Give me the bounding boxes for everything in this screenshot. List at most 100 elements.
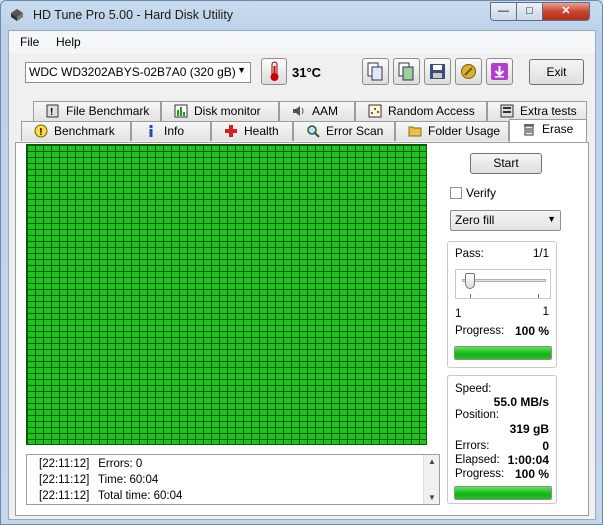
log-text: Errors: 0: [98, 458, 143, 470]
app-window: HD Tune Pro 5.00 - Hard Disk Utility — □…: [0, 0, 603, 525]
tab-disk-monitor[interactable]: Disk monitor: [161, 101, 279, 121]
slider-tick: [470, 294, 471, 298]
log-box[interactable]: [22:11:12] Errors: 0 [22:11:12] Time: 60…: [26, 454, 440, 505]
log-scrollbar[interactable]: ▲ ▼: [423, 455, 439, 504]
tab-erase[interactable]: Erase: [509, 119, 587, 142]
window-title: HD Tune Pro 5.00 - Hard Disk Utility: [33, 8, 234, 22]
maximize-button[interactable]: □: [516, 2, 543, 21]
tab-info[interactable]: Info: [131, 121, 211, 141]
disk-monitor-icon: [174, 104, 188, 118]
chevron-down-icon: ▼: [547, 214, 556, 224]
toolbar: WDC WD3202ABYS-02B7A0 (320 gB) ▼ 31°C Ex…: [9, 53, 595, 101]
copy-image-icon: [398, 62, 414, 81]
pass-progress-label: Progress:: [455, 325, 505, 337]
client-area: File Help WDC WD3202ABYS-02B7A0 (320 gB)…: [8, 30, 596, 520]
title-bar[interactable]: HD Tune Pro 5.00 - Hard Disk Utility — □…: [1, 1, 602, 29]
save-button[interactable]: [424, 58, 451, 85]
options-button[interactable]: [455, 58, 482, 85]
thermometer-icon: [270, 61, 279, 81]
pass-progress-fill: [455, 347, 551, 359]
errors-label: Errors:: [455, 440, 490, 452]
copy-text-button[interactable]: [362, 58, 389, 85]
total-progress-label: Progress:: [455, 468, 505, 480]
speaker-icon: [293, 106, 304, 116]
erase-side-panel: Start Verify Zero fill ▼ Pass: 1/1 1 1 P…: [441, 143, 589, 513]
verify-checkbox[interactable]: Verify: [450, 186, 496, 200]
scroll-down-icon[interactable]: ▼: [428, 493, 436, 502]
magnifier-icon: [307, 125, 320, 138]
verify-label: Verify: [466, 186, 497, 200]
exit-button[interactable]: Exit: [529, 59, 584, 85]
tab-row-top: ! File Benchmark Disk monitor AAM Random…: [15, 101, 589, 121]
floppy-disk-icon: [430, 64, 445, 79]
pass-value: 1/1: [533, 248, 549, 260]
tab-extra-tests[interactable]: Extra tests: [487, 101, 587, 121]
erase-method-select[interactable]: Zero fill ▼: [450, 210, 561, 231]
log-line: [22:11:12] Total time: 60:04: [39, 490, 182, 504]
menu-file[interactable]: File: [20, 35, 39, 49]
tab-error-scan[interactable]: Error Scan: [293, 121, 395, 141]
pass-progress-value: 100 %: [514, 324, 549, 338]
info-icon: [149, 125, 153, 137]
total-progress-fill: [455, 487, 551, 499]
slider-thumb[interactable]: [465, 273, 475, 289]
total-progress-bar: [454, 486, 552, 500]
checkbox-box[interactable]: [450, 187, 462, 199]
drive-select-value: WDC WD3202ABYS-02B7A0 (320 gB): [29, 65, 236, 79]
speed-value: 55.0 MB/s: [493, 395, 549, 409]
tab-label: Random Access: [388, 104, 475, 118]
scroll-up-icon[interactable]: ▲: [428, 457, 436, 466]
tab-label: Error Scan: [326, 124, 384, 138]
extra-tests-icon: [500, 104, 514, 118]
erase-method-value: Zero fill: [455, 213, 495, 227]
temperature-button[interactable]: [261, 58, 287, 85]
tab-benchmark[interactable]: ! Benchmark: [21, 121, 131, 141]
log-time: [22:11:12]: [39, 458, 90, 470]
tab-label: Health: [244, 124, 279, 138]
tab-random-access[interactable]: Random Access: [355, 101, 487, 121]
elapsed-value: 1:00:04: [507, 453, 549, 467]
tab-label: AAM: [312, 104, 339, 118]
copy-screenshot-button[interactable]: [393, 58, 420, 85]
menu-bar: File Help: [9, 31, 595, 53]
download-button[interactable]: [486, 58, 513, 85]
tab-folder-usage[interactable]: Folder Usage: [395, 121, 509, 141]
drive-select[interactable]: WDC WD3202ABYS-02B7A0 (320 gB) ▼: [25, 62, 251, 83]
pass-box: Pass: 1/1 1 1 Progress: 100 %: [447, 241, 557, 368]
log-time: [22:11:12]: [39, 474, 90, 486]
log-line: [22:11:12] Time: 60:04: [39, 474, 158, 490]
errors-value: 0: [542, 439, 549, 453]
pass-slider[interactable]: [455, 269, 551, 299]
svg-text:!: !: [50, 107, 53, 118]
slider-tick: [538, 294, 539, 298]
log-text: Time: 60:04: [98, 474, 159, 486]
tab-health[interactable]: Health: [211, 121, 293, 141]
temperature-value: 31°C: [292, 65, 322, 80]
total-progress-value: 100 %: [514, 467, 549, 481]
menu-help[interactable]: Help: [56, 35, 81, 49]
tab-label: Folder Usage: [428, 124, 501, 138]
copy-icon: [367, 62, 383, 81]
start-button[interactable]: Start: [470, 153, 542, 174]
random-access-icon: [368, 104, 382, 118]
erase-block-map: [26, 144, 427, 445]
erase-panel: [22:11:12] Errors: 0 [22:11:12] Time: 60…: [15, 142, 589, 516]
svg-text:!: !: [39, 127, 42, 138]
elapsed-label: Elapsed:: [455, 454, 500, 466]
tab-label: Disk monitor: [194, 104, 261, 118]
download-arrow-icon: [491, 63, 508, 80]
minimize-button[interactable]: —: [490, 2, 517, 21]
slider-min-label: 1: [455, 308, 462, 320]
tab-label: Benchmark: [54, 124, 115, 138]
wrench-icon: [461, 64, 476, 79]
close-button[interactable]: ✕: [542, 2, 590, 21]
stats-box: Speed: 55.0 MB/s Position: 319 gB Errors…: [447, 375, 557, 504]
tab-file-benchmark[interactable]: ! File Benchmark: [33, 101, 161, 121]
tab-aam[interactable]: AAM: [279, 101, 355, 121]
app-disk-icon: [11, 9, 23, 21]
benchmark-icon: !: [34, 124, 48, 138]
tab-label: Erase: [542, 122, 574, 136]
folder-icon: [408, 126, 422, 137]
log-line: [22:11:12] Errors: 0: [39, 458, 142, 474]
health-cross-icon: [225, 125, 237, 137]
